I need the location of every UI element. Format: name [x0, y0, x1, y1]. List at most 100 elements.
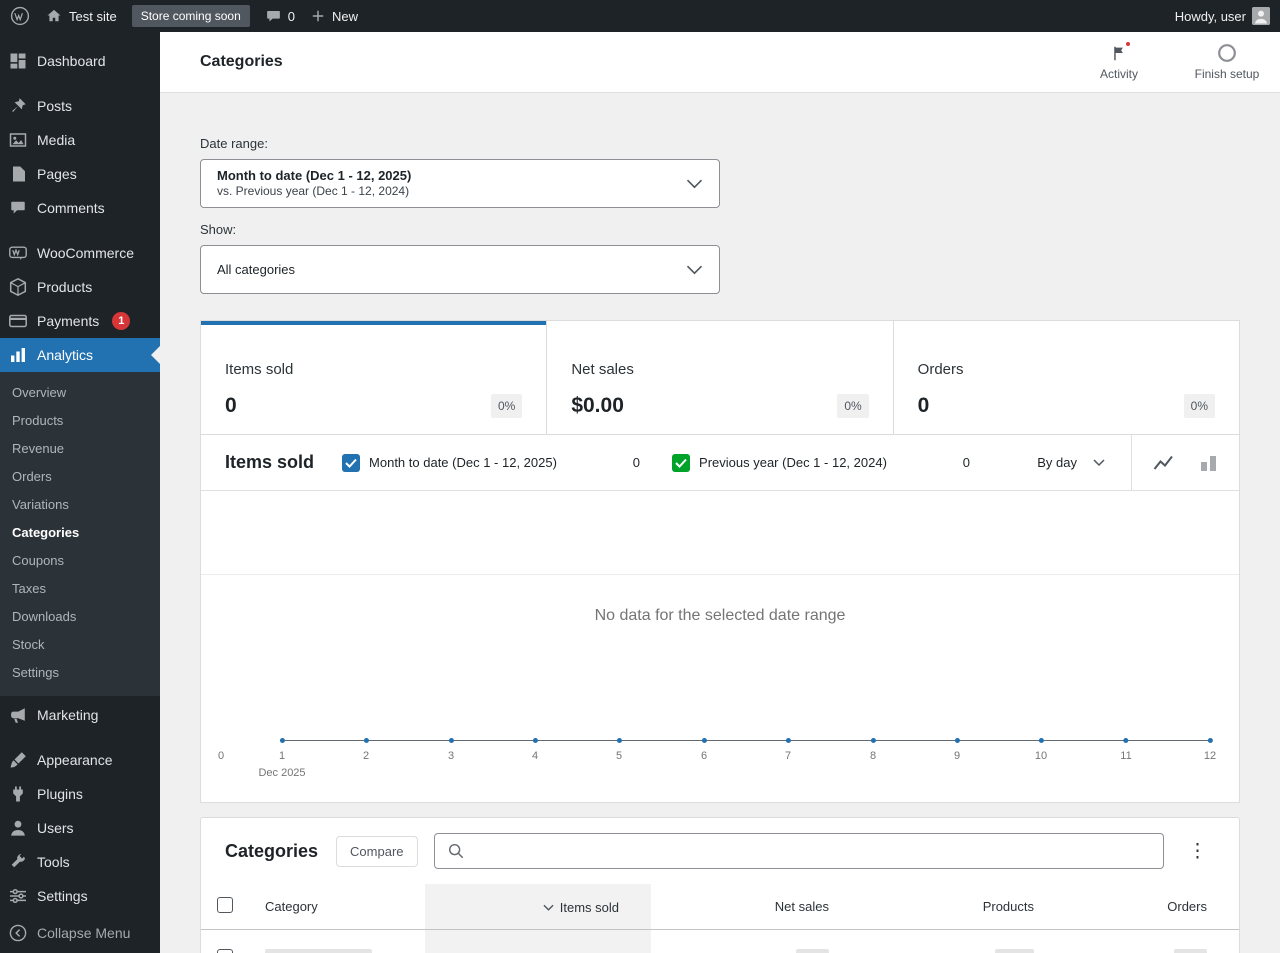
sidebar-item-label: Marketing: [37, 707, 99, 723]
chart-controls: By day: [1011, 435, 1239, 490]
summary-orders[interactable]: Orders 0 0%: [892, 321, 1239, 434]
category-filter-select[interactable]: All categories: [200, 245, 720, 294]
select-all-checkbox[interactable]: [217, 897, 233, 913]
interval-select[interactable]: By day: [1011, 435, 1131, 490]
submenu-item-categories[interactable]: Categories: [0, 519, 160, 547]
pages-icon: [8, 164, 28, 184]
activity-button[interactable]: Activity: [1080, 40, 1158, 81]
sidebar-item-dashboard[interactable]: Dashboard: [0, 44, 160, 78]
submenu-item-overview[interactable]: Overview: [0, 379, 160, 407]
legend-total: 0: [632, 455, 641, 470]
appearance-icon: [8, 750, 28, 770]
sidebar-item-plugins[interactable]: Plugins: [0, 777, 160, 811]
data-point-dot: [448, 738, 454, 743]
sidebar-item-tools[interactable]: Tools: [0, 845, 160, 879]
admin-bar-left: Test site Store coming soon 0 New: [10, 5, 358, 27]
chart-legend: Month to date (Dec 1 - 12, 2025) 0 Previ…: [342, 435, 970, 490]
finish-setup-button[interactable]: Finish setup: [1188, 43, 1266, 81]
page-header: Categories Activity Finish setup: [160, 32, 1280, 92]
stat-delta-badge: 0%: [1183, 394, 1215, 418]
x-tick: 3: [448, 738, 454, 762]
sidebar-item-label: Tools: [37, 854, 70, 870]
sidebar-item-label: Posts: [37, 98, 73, 114]
collapse-menu-button[interactable]: Collapse Menu: [0, 916, 160, 950]
x-tick: 0: [217, 750, 225, 762]
performance-summary: Items sold 0 0% Net sales $0.00 0% Order…: [200, 320, 1240, 803]
show-label: Show:: [200, 222, 237, 237]
sidebar-item-media[interactable]: Media: [0, 123, 160, 157]
submenu-item-stock[interactable]: Stock: [0, 631, 160, 659]
finish-setup-label: Finish setup: [1194, 67, 1260, 81]
summary-items-sold[interactable]: Items sold 0 0%: [201, 321, 547, 434]
submenu-item-downloads[interactable]: Downloads: [0, 603, 160, 631]
dashboard-icon: [8, 51, 28, 71]
items-sold-cell-loading: [425, 929, 651, 953]
row-select-cell: [201, 930, 249, 953]
sort-desc-icon: [543, 904, 554, 911]
sidebar-item-comments[interactable]: Comments: [0, 191, 160, 225]
sidebar-item-posts[interactable]: Posts: [0, 89, 160, 123]
compare-button[interactable]: Compare: [336, 835, 418, 867]
submenu-item-coupons[interactable]: Coupons: [0, 547, 160, 575]
site-name: Test site: [69, 8, 117, 24]
kebab-menu-icon[interactable]: ⋮: [1180, 838, 1215, 865]
payments-icon: [8, 311, 28, 331]
column-header-net-sales[interactable]: Net sales: [651, 884, 861, 930]
search-input[interactable]: [472, 843, 1151, 859]
x-tick: 9: [954, 738, 960, 762]
wordpress-logo[interactable]: [10, 6, 30, 26]
comments-shortcut[interactable]: 0: [265, 8, 295, 25]
x-tick: 7: [785, 738, 791, 762]
sidebar-item-woocommerce[interactable]: WooCommerce: [0, 236, 160, 270]
summary-net-sales[interactable]: Net sales $0.00 0%: [546, 321, 893, 434]
new-label: New: [331, 8, 358, 24]
bar-chart-icon[interactable]: [1199, 454, 1218, 472]
chart-type-switcher: [1131, 435, 1239, 490]
x-tick: 5: [616, 738, 622, 762]
interval-value: By day: [1037, 455, 1077, 470]
row-checkbox[interactable]: [217, 949, 233, 953]
sidebar-item-label: Payments: [37, 313, 100, 329]
sidebar-item-label: Dashboard: [37, 53, 106, 69]
submenu-item-taxes[interactable]: Taxes: [0, 575, 160, 603]
date-range-primary: Month to date (Dec 1 - 12, 2025): [217, 168, 412, 183]
sidebar-item-settings[interactable]: Settings: [0, 879, 160, 913]
main-content: Categories Activity Finish setup Date ra…: [160, 32, 1280, 953]
category-cell-loading: [249, 930, 425, 953]
site-name-link[interactable]: Test site: [45, 7, 117, 25]
category-filter-value: All categories: [217, 262, 296, 277]
sidebar-item-pages[interactable]: Pages: [0, 157, 160, 191]
column-header-products[interactable]: Products: [861, 884, 1066, 930]
legend-current-period[interactable]: Month to date (Dec 1 - 12, 2025) 0: [342, 453, 641, 472]
sidebar-item-analytics[interactable]: Analytics: [0, 338, 160, 372]
activity-flag-icon: [1110, 40, 1132, 63]
submenu-item-products[interactable]: Products: [0, 407, 160, 435]
sidebar-item-payments[interactable]: Payments 1: [0, 304, 160, 338]
sidebar-item-marketing[interactable]: Marketing: [0, 698, 160, 732]
new-content-button[interactable]: New: [310, 8, 358, 24]
submenu-item-settings[interactable]: Settings: [0, 659, 160, 687]
date-range-select[interactable]: Month to date (Dec 1 - 12, 2025) vs. Pre…: [200, 159, 720, 208]
table-row-loading: [201, 929, 1239, 953]
payments-count-badge: 1: [112, 312, 131, 330]
data-point-dot: [1207, 738, 1213, 743]
sidebar-item-appearance[interactable]: Appearance: [0, 743, 160, 777]
submenu-item-revenue[interactable]: Revenue: [0, 435, 160, 463]
coming-soon-badge: Store coming soon: [131, 5, 250, 27]
column-header-category[interactable]: Category: [249, 884, 425, 930]
data-point-dot: [363, 738, 369, 743]
sidebar-item-label: Settings: [37, 888, 88, 904]
activity-label: Activity: [1099, 67, 1138, 81]
table-title: Categories: [225, 840, 319, 861]
legend-previous-period[interactable]: Previous year (Dec 1 - 12, 2024) 0: [672, 453, 970, 472]
sidebar-item-users[interactable]: Users: [0, 811, 160, 845]
sidebar-item-label: Media: [37, 132, 76, 148]
account-menu[interactable]: Howdy, user: [1175, 7, 1270, 25]
column-header-orders[interactable]: Orders: [1066, 884, 1239, 930]
submenu-item-orders[interactable]: Orders: [0, 463, 160, 491]
submenu-item-variations[interactable]: Variations: [0, 491, 160, 519]
line-chart-icon[interactable]: [1153, 454, 1175, 472]
x-tick: 12: [1204, 738, 1216, 762]
column-header-items-sold[interactable]: Items sold: [425, 884, 651, 930]
sidebar-item-products[interactable]: Products: [0, 270, 160, 304]
